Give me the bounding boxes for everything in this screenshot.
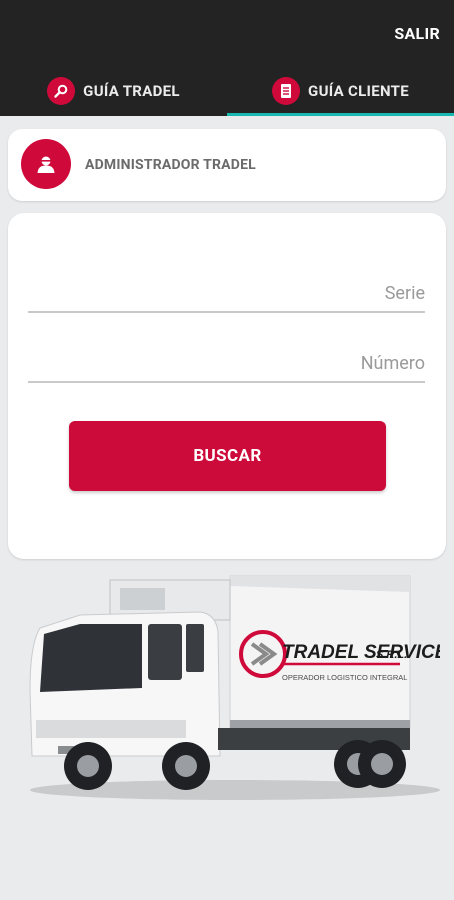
- user-icon: [21, 139, 71, 189]
- search-button[interactable]: BUSCAR: [69, 421, 386, 491]
- top-bar: SALIR GUÍA TRADEL GUÍA CLIENTE: [0, 0, 454, 116]
- truck-brand-suffix: S.R.L.: [376, 649, 407, 661]
- tab-bar: GUÍA TRADEL GUÍA CLIENTE: [0, 70, 454, 116]
- document-icon: [272, 77, 301, 105]
- search-form-card: BUSCAR: [8, 213, 446, 559]
- user-card: ADMINISTRADOR TRADEL: [8, 129, 446, 201]
- numero-input[interactable]: [28, 345, 425, 383]
- tab-label: GUÍA CLIENTE: [308, 82, 409, 100]
- tab-guia-tradel[interactable]: GUÍA TRADEL: [0, 70, 227, 112]
- tab-guia-cliente[interactable]: GUÍA CLIENTE: [227, 70, 454, 112]
- tab-indicator: [227, 113, 454, 116]
- truck-brand: TRADEL SERVICE: [282, 642, 440, 663]
- user-name: ADMINISTRADOR TRADEL: [85, 157, 256, 173]
- serie-input[interactable]: [28, 275, 425, 313]
- truck-illustration: TRADEL SERVICE S.R.L. OPERADOR LOGISTICO…: [29, 575, 440, 800]
- tab-label: GUÍA TRADEL: [83, 82, 180, 100]
- truck-tagline: OPERADOR LOGISTICO INTEGRAL: [282, 673, 407, 682]
- exit-button[interactable]: SALIR: [394, 24, 440, 43]
- search-icon: [47, 77, 76, 105]
